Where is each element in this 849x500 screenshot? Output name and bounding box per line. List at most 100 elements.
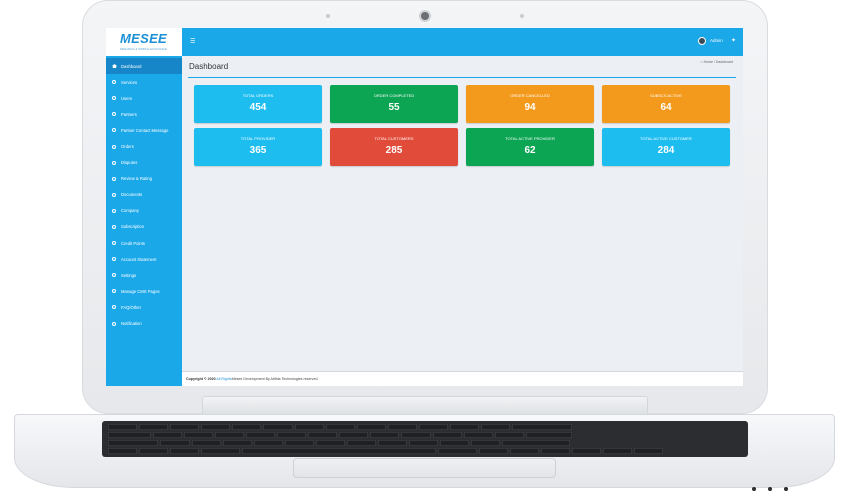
keyboard-key xyxy=(242,448,437,454)
stat-card-total-active-provider[interactable]: TOTAL ACTIVE PROVIDER 62 xyxy=(466,128,594,166)
share-icon[interactable]: ✦ xyxy=(731,37,736,44)
sidebar-item-dashboard[interactable]: Dashboard xyxy=(106,58,182,75)
stat-card-order-cancelled[interactable]: ORDER CANCELLED 94 xyxy=(466,85,594,123)
keyboard-key xyxy=(325,424,355,430)
keyboard-key xyxy=(370,432,400,438)
circle-icon xyxy=(112,160,116,165)
stat-label: TOTAL ORDERS xyxy=(242,93,274,98)
top-header: ☰ Admin ✦ xyxy=(182,28,743,56)
breadcrumb-current: Dashboard xyxy=(715,60,733,64)
touchpad xyxy=(293,458,556,478)
sidebar-item-label: Disputes xyxy=(121,160,138,166)
keyboard-key xyxy=(263,424,293,430)
stat-value: 454 xyxy=(249,102,267,113)
sidebar-item-orders[interactable]: Orders xyxy=(106,138,182,154)
keyboard-key xyxy=(463,432,493,438)
keyboard-key xyxy=(572,448,602,454)
keyboard-key xyxy=(481,424,511,430)
keyboard-key xyxy=(471,440,501,446)
circle-icon xyxy=(112,208,116,213)
stat-value: 55 xyxy=(388,102,400,113)
logo-tagline: MEEVEDA & SIMPLE EXCHANGE xyxy=(120,47,167,51)
stat-value: 365 xyxy=(249,145,267,156)
sidebar-item-account-statement[interactable]: Account Statement xyxy=(106,251,182,267)
stat-card-total-orders[interactable]: TOTAL ORDERS 454 xyxy=(194,85,322,123)
keyboard-key xyxy=(418,424,449,430)
footer-copyright: Copyright © 2020 xyxy=(186,377,216,381)
keyboard xyxy=(102,421,748,457)
key-row xyxy=(108,424,573,430)
page-title: Dashboard xyxy=(189,62,229,71)
keyboard-key xyxy=(432,432,462,438)
sidebar-item-users[interactable]: Users xyxy=(106,90,182,106)
circle-icon xyxy=(112,176,116,181)
stat-card-total-active-customer[interactable]: TOTAL ACTIVE CUSTOMER 284 xyxy=(602,128,730,166)
footer-rights-link[interactable]: All Rights xyxy=(216,377,231,381)
keyboard-key xyxy=(450,424,480,430)
circle-icon xyxy=(112,305,116,310)
status-light xyxy=(752,487,756,491)
circle-icon xyxy=(112,112,116,117)
sidebar-item-credit-points[interactable]: Credit Points xyxy=(106,235,182,251)
keyboard-key xyxy=(222,440,252,446)
keyboard-key xyxy=(201,448,241,454)
sidebar-item-services[interactable]: Services xyxy=(106,74,182,90)
sidebar-item-label: Partner Contact Message xyxy=(121,127,169,133)
hamburger-icon[interactable]: ☰ xyxy=(190,38,195,45)
sidebar-item-faq-other[interactable]: FAQ/Other xyxy=(106,299,182,315)
keyboard-key xyxy=(294,424,324,430)
stat-value: 62 xyxy=(524,145,536,156)
stat-card-total-provider[interactable]: TOTAL PROVIDER 365 xyxy=(194,128,322,166)
keyboard-key xyxy=(478,448,508,454)
sidebar-item-documents[interactable]: Documents xyxy=(106,187,182,203)
sidebar-item-label: Account Statement xyxy=(121,256,157,262)
keyboard-key xyxy=(525,432,573,438)
keyboard-key xyxy=(170,424,200,430)
keyboard-key xyxy=(502,440,571,446)
sidebar-item-label: Manage CMS Pages xyxy=(121,288,160,294)
status-light xyxy=(784,487,788,491)
stat-card-total-customers[interactable]: TOTAL CUSTOMERS 285 xyxy=(330,128,458,166)
keyboard-key xyxy=(108,424,138,430)
keyboard-key xyxy=(152,432,182,438)
sidebar-item-manage-cms-pages[interactable]: Manage CMS Pages xyxy=(106,283,182,299)
breadcrumb-home[interactable]: Home xyxy=(704,60,713,64)
stat-label: TOTAL PROVIDER xyxy=(240,136,276,141)
keyboard-key xyxy=(108,432,151,438)
sidebar-item-label: Subscription xyxy=(121,224,145,230)
stat-card-subscs-active[interactable]: SUBSCS ACTIVE 64 xyxy=(602,85,730,123)
circle-icon xyxy=(112,321,116,326)
keyboard-key xyxy=(438,448,477,454)
keyboard-key xyxy=(603,448,633,454)
sidebar-item-partners[interactable]: Partners xyxy=(106,106,182,122)
circle-icon xyxy=(112,289,116,294)
keyboard-key xyxy=(139,448,169,454)
sidebar-item-label: Credit Points xyxy=(121,240,145,246)
sidebar-item-subscription[interactable]: Subscription xyxy=(106,219,182,235)
avatar[interactable] xyxy=(698,37,706,45)
sidebar-item-company[interactable]: Company xyxy=(106,203,182,219)
sidebar-item-notification[interactable]: Notification xyxy=(106,316,182,332)
logo-area[interactable]: MESEE MEEVEDA & SIMPLE EXCHANGE xyxy=(106,28,182,56)
circle-icon xyxy=(112,144,116,149)
circle-icon xyxy=(112,241,116,246)
stat-label: TOTAL CUSTOMERS xyxy=(374,136,414,141)
lid-dot xyxy=(520,14,524,18)
keyboard-key xyxy=(160,440,190,446)
keyboard-key xyxy=(634,448,664,454)
sidebar-item-partner-contact-message[interactable]: Partner Contact Message xyxy=(106,122,182,138)
stat-label: ORDER COMPLETED xyxy=(373,93,415,98)
sidebar-nav: Dashboard Services Users Partners Partne… xyxy=(106,58,182,332)
keyboard-key xyxy=(245,432,276,438)
keyboard-key xyxy=(512,424,573,430)
sidebar-item-disputes[interactable]: Disputes xyxy=(106,155,182,171)
keyboard-key xyxy=(253,440,283,446)
keyboard-key xyxy=(183,432,213,438)
stat-label: SUBSCS ACTIVE xyxy=(650,93,682,98)
keyboard-key xyxy=(232,424,262,430)
user-name[interactable]: Admin xyxy=(710,38,723,43)
sidebar-item-settings[interactable]: Settings xyxy=(106,267,182,283)
sidebar-item-review-rating[interactable]: Review & Rating xyxy=(106,171,182,187)
stat-card-order-completed[interactable]: ORDER COMPLETED 55 xyxy=(330,85,458,123)
key-row xyxy=(108,440,571,446)
